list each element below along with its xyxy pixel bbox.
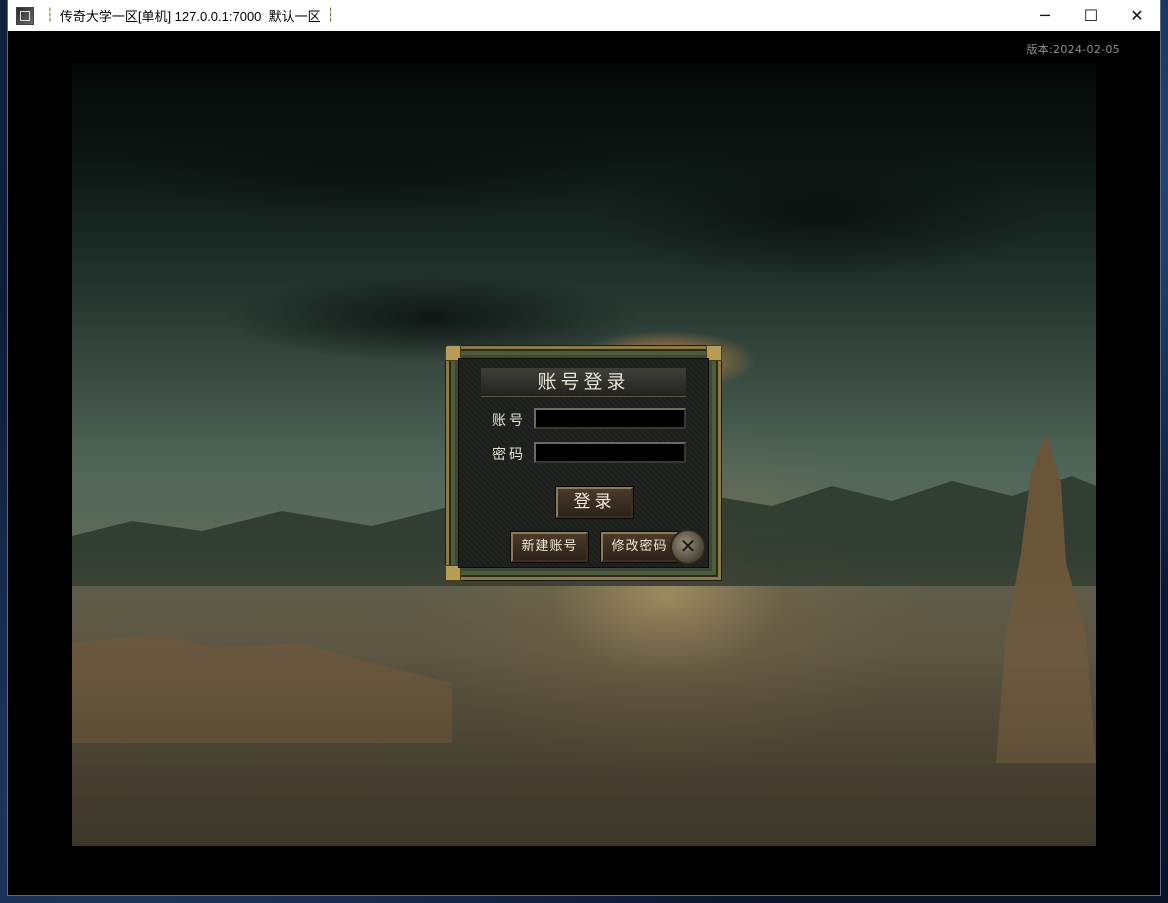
dialog-close-icon[interactable]: ✕	[670, 529, 706, 565]
password-input[interactable]	[534, 442, 686, 463]
title-separator-right: ┆	[326, 8, 335, 23]
title-separator-left: ┆	[46, 8, 54, 23]
window-title: 传奇大学一区[单机] 127.0.0.1:7000 默认一区	[59, 9, 321, 24]
app-icon	[16, 6, 34, 25]
login-dialog: 账号登录 账号 密码 登录 新建账号 修改密码 ✕	[445, 345, 722, 581]
dialog-panel: 账号登录 账号 密码 登录 新建账号 修改密码 ✕	[458, 358, 709, 568]
account-label: 账号	[492, 413, 526, 429]
storm-cloud	[112, 103, 632, 223]
title-bar[interactable]: ┆ 传奇大学一区[单机] 127.0.0.1:7000 默认一区 ┆ ─ ☐ ✕	[8, 0, 1160, 32]
dialog-title: 账号登录	[481, 368, 686, 397]
change-password-button[interactable]: 修改密码	[601, 532, 678, 562]
window-controls: ─ ☐ ✕	[1022, 0, 1160, 31]
dusty-plain	[72, 546, 1096, 846]
version-label: 版本:2024-02-05	[1026, 43, 1120, 56]
game-window: ┆ 传奇大学一区[单机] 127.0.0.1:7000 默认一区 ┆ ─ ☐ ✕…	[8, 0, 1160, 895]
close-icon[interactable]: ✕	[1114, 0, 1160, 31]
storm-cloud	[592, 143, 1052, 283]
minimize-icon[interactable]: ─	[1022, 0, 1068, 31]
new-account-button[interactable]: 新建账号	[511, 532, 588, 562]
game-client-area: 版本:2024-02-05 账号登录 账号 密码 登录 新建账号 修改密码 ✕	[8, 31, 1160, 895]
login-button[interactable]: 登录	[556, 487, 633, 518]
maximize-icon[interactable]: ☐	[1068, 0, 1114, 31]
account-input[interactable]	[534, 408, 686, 429]
password-label: 密码	[492, 447, 526, 463]
